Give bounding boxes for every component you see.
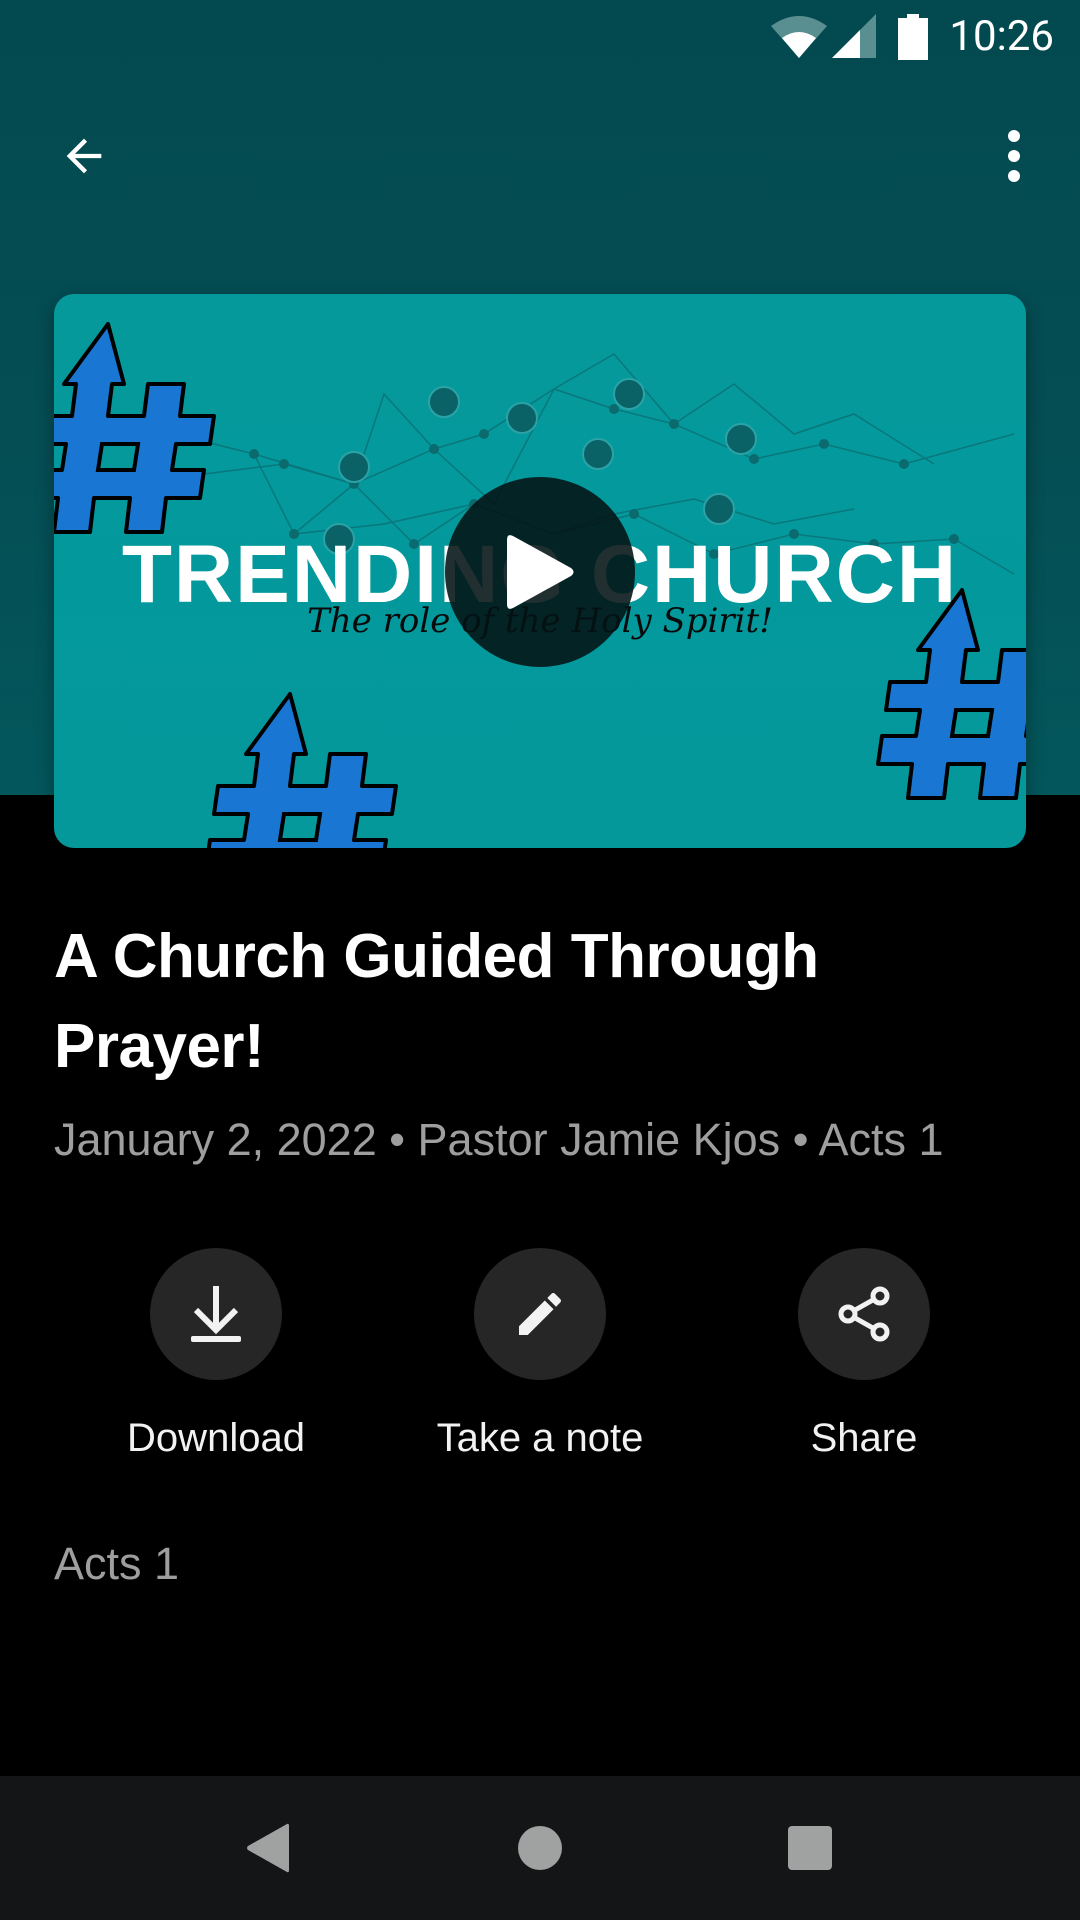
home-circle-icon — [518, 1826, 562, 1870]
sermon-series[interactable]: Acts 1 — [818, 1114, 943, 1165]
download-button[interactable]: Download — [86, 1248, 346, 1461]
hashtag-bottom — [206, 692, 398, 848]
sermon-date: January 2, 2022 — [54, 1114, 377, 1165]
recents-square-icon — [788, 1826, 832, 1870]
download-icon — [191, 1286, 241, 1342]
wifi-icon — [771, 16, 827, 58]
battery-icon — [898, 14, 928, 60]
nav-home-button[interactable] — [470, 1776, 610, 1920]
sermon-title: A Church Guided Through Prayer! — [54, 922, 819, 1081]
share-label: Share — [810, 1416, 918, 1460]
more-options-button[interactable] — [966, 108, 1062, 204]
back-triangle-icon — [247, 1823, 289, 1873]
share-circle[interactable] — [798, 1248, 930, 1380]
cellular-signal-icon — [832, 14, 876, 58]
meta-separator: • — [792, 1114, 809, 1165]
back-button[interactable] — [36, 108, 132, 204]
share-button[interactable]: Share — [734, 1248, 994, 1461]
take-note-circle[interactable] — [474, 1248, 606, 1380]
sermon-meta: January 2, 2022 • Pastor Jamie Kjos • Ac… — [54, 1114, 944, 1166]
play-button[interactable] — [445, 477, 635, 667]
more-vert-icon — [1008, 130, 1020, 182]
hashtag-right — [876, 588, 1026, 800]
status-clock: 10:26 — [949, 12, 1054, 61]
nav-back-button[interactable] — [198, 1776, 338, 1920]
download-label: Download — [127, 1416, 305, 1460]
hashtag-top-left — [54, 322, 216, 534]
play-icon — [507, 535, 574, 609]
take-note-label: Take a note — [436, 1416, 644, 1460]
status-bar: 10:26 — [0, 0, 1080, 76]
take-note-button[interactable]: Take a note — [410, 1248, 670, 1461]
system-nav-bar — [0, 1776, 1080, 1920]
pencil-icon — [519, 1292, 562, 1335]
nav-recents-button[interactable] — [740, 1776, 880, 1920]
share-icon — [838, 1286, 890, 1342]
sermon-speaker[interactable]: Pastor Jamie Kjos — [418, 1114, 781, 1165]
scripture-reference: Acts 1 — [54, 1538, 180, 1589]
download-circle[interactable] — [150, 1248, 282, 1380]
meta-separator: • — [389, 1114, 406, 1165]
arrow-back-icon — [66, 138, 102, 174]
action-row: Download Take a note Share — [0, 1248, 1080, 1468]
